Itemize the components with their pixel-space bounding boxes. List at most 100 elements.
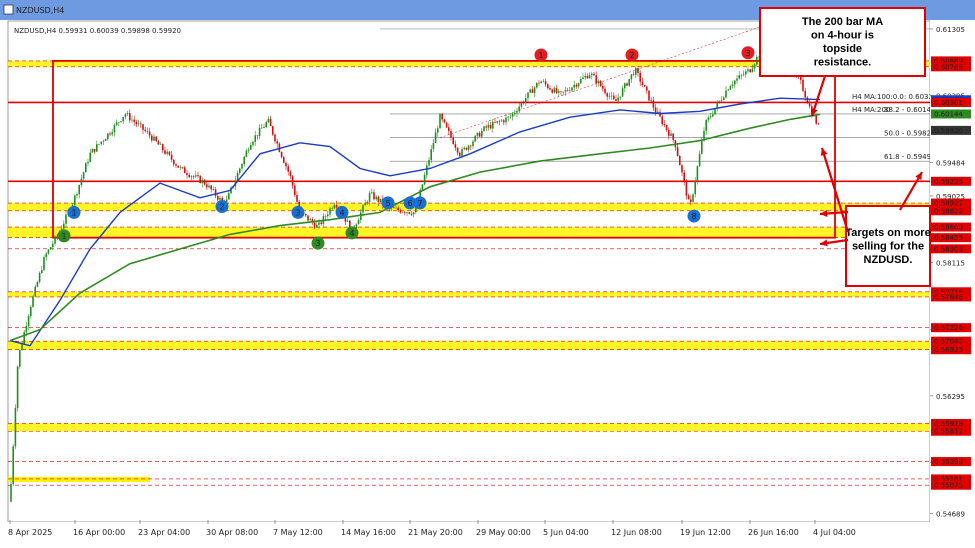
candle-body (149, 132, 151, 136)
plot-area (8, 21, 930, 522)
candle-body (692, 194, 694, 202)
candle-body (331, 208, 333, 209)
candle-body (670, 134, 672, 136)
candle-body (228, 193, 230, 199)
candle-body (92, 149, 94, 153)
candle-body (160, 144, 162, 145)
candle-body (325, 216, 327, 217)
support-zone-2 (8, 227, 930, 238)
ma-resistance-annotation-line-3: resistance. (814, 57, 871, 69)
candle-body (45, 254, 47, 258)
candle-body (173, 160, 175, 165)
price-tag-18: 0.55812 (934, 428, 963, 436)
candle-body (239, 168, 241, 172)
candle-body (177, 166, 179, 168)
candle-body (721, 100, 723, 101)
candle-body (292, 176, 294, 185)
support-zone-4 (8, 341, 930, 350)
candle-body (672, 134, 674, 141)
swing-low-label-7: 5 (385, 199, 390, 208)
candle-body (488, 125, 490, 128)
candle-body (193, 176, 195, 177)
candle-body (404, 212, 406, 213)
candle-body (617, 98, 619, 101)
candle-body (395, 208, 397, 209)
short-zone (8, 477, 150, 482)
candle-body (30, 307, 32, 316)
time-tick-0: 8 Apr 2025 (8, 528, 52, 537)
swing-low-label-6: 4 (349, 229, 354, 238)
candle-body (257, 135, 259, 136)
candle-body (428, 160, 430, 166)
candle-body (307, 215, 309, 220)
candle-body (140, 124, 142, 125)
candle-body (111, 132, 113, 134)
candle-body (644, 85, 646, 87)
candle-body (21, 344, 23, 351)
candle-body (318, 222, 320, 224)
candle-body (243, 157, 245, 164)
price-tag-1: 0.60788 (934, 63, 963, 71)
candle-body (52, 244, 54, 247)
swing-low-label-1: 1 (61, 232, 66, 241)
candle-body (584, 76, 586, 78)
candle-body (151, 136, 153, 141)
candle-body (347, 221, 349, 222)
price-tag-3: 0.60301 (934, 99, 963, 107)
candle-body (23, 332, 25, 344)
candle-body (450, 131, 452, 137)
candle-body (129, 113, 131, 120)
candle-body (210, 186, 212, 190)
candle-body (380, 199, 382, 202)
candle-body (688, 196, 690, 200)
symbol-header: NZDUSD,H4 0.59931 0.60039 0.59898 0.5992… (14, 27, 181, 35)
candle-body (400, 210, 402, 212)
nzdusd-chart[interactable]: NZDUSD,H4H4 MA:100:0.0: 0.60338H4 MA:200… (0, 0, 975, 548)
candle-body (76, 194, 78, 195)
candle-body (602, 86, 604, 89)
swing-low-label-10: 8 (691, 212, 696, 221)
candle-body (738, 75, 740, 78)
candle-body (204, 180, 206, 184)
candle-body (448, 127, 450, 131)
candle-body (620, 96, 622, 97)
candle-body (736, 79, 738, 81)
candle-body (514, 113, 516, 114)
candle-body (252, 142, 254, 145)
candle-body (562, 92, 564, 93)
candle-body (565, 90, 567, 92)
candle-body (83, 172, 85, 178)
window-icon (4, 5, 13, 14)
price-tag-21: 0.55075 (934, 482, 963, 490)
candle-body (246, 151, 248, 157)
candle-body (39, 273, 41, 282)
candle-body (540, 82, 542, 84)
swing-low-label-3: 3 (295, 208, 300, 217)
candle-body (719, 101, 721, 103)
candle-body (474, 136, 476, 142)
candle-body (276, 141, 278, 143)
candle-body (501, 120, 503, 121)
candle-body (402, 212, 404, 213)
candle-body (668, 130, 670, 136)
time-tick-4: 7 May 12:00 (273, 528, 323, 537)
candle-body (213, 189, 215, 190)
time-tick-5: 14 May 16:00 (341, 528, 396, 537)
candle-body (628, 79, 630, 86)
candle-body (78, 185, 80, 194)
candle-body (727, 90, 729, 91)
price-tick-8: 0.54689 (936, 510, 965, 518)
candle-body (591, 74, 593, 75)
price-tag-4: 0.60144 (934, 110, 963, 118)
fib-label-1: 50.0 - 0.59821 (884, 130, 936, 138)
candle-body (413, 212, 415, 214)
candle-body (479, 133, 481, 137)
candle-body (485, 126, 487, 127)
candle-body (494, 122, 496, 123)
candle-body (593, 74, 595, 76)
candle-body (441, 114, 443, 119)
candle-body (281, 152, 283, 157)
price-tag-16: 0.56925 (934, 346, 963, 354)
candle-body (10, 484, 12, 502)
candle-body (723, 97, 725, 99)
